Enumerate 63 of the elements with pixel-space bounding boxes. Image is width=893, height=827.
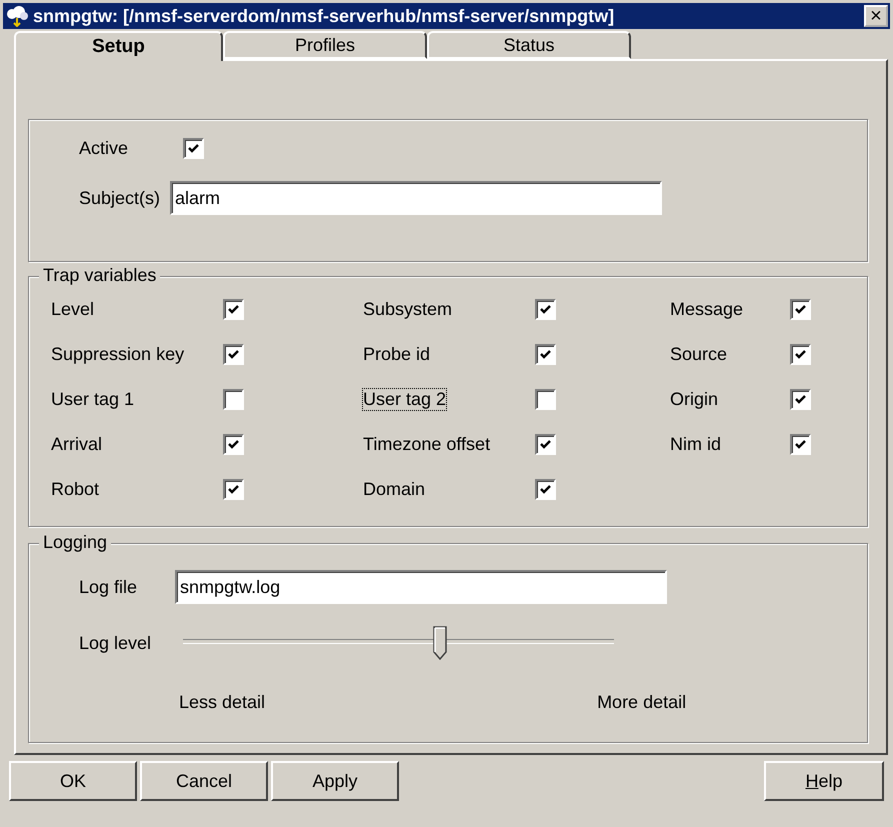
checkbox[interactable] (535, 299, 556, 320)
checkbox[interactable] (790, 389, 811, 410)
window-title: snmpgtw: [/nmsf-serverdom/nmsf-serverhub/nmsf-server/snmpgtw] (33, 6, 616, 26)
check-icon (227, 438, 240, 451)
tab[interactable]: Setup (14, 31, 223, 61)
input-field[interactable]: alarm (170, 181, 662, 215)
checkbox-label: Domain (363, 479, 426, 500)
checkbox[interactable] (223, 344, 244, 365)
checkbox[interactable] (535, 479, 556, 500)
dialog-button[interactable]: Cancel (140, 761, 268, 801)
check-icon (539, 348, 552, 361)
field-label: Log level (79, 632, 152, 654)
checkbox[interactable] (535, 389, 556, 410)
check-icon (794, 348, 807, 361)
dialog-button[interactable]: Apply (271, 761, 399, 801)
checkbox-label: Nim id (670, 434, 722, 455)
checkbox-label: Robot (51, 479, 100, 500)
check-icon (539, 483, 552, 496)
check-icon (187, 142, 200, 155)
check-icon (539, 303, 552, 316)
checkbox[interactable] (223, 389, 244, 410)
checkbox-label: Level (51, 299, 94, 320)
checkbox[interactable] (223, 434, 244, 455)
checkbox-label: Timezone offset (363, 434, 490, 455)
checkbox[interactable] (790, 434, 811, 455)
tab[interactable]: Status (427, 31, 631, 59)
checkbox-label: Arrival (51, 434, 102, 455)
checkbox-label: Origin (670, 389, 718, 410)
tab[interactable]: Profiles (223, 31, 427, 59)
checkbox-label: User tag 1 (51, 389, 134, 410)
field-label: Active (79, 138, 128, 159)
checkbox[interactable] (223, 299, 244, 320)
checkbox-label: User tag 2 (363, 389, 446, 410)
close-button[interactable]: × (864, 5, 888, 27)
checkbox[interactable] (790, 344, 811, 365)
checkbox[interactable] (790, 299, 811, 320)
check-icon (227, 303, 240, 316)
dialog-button[interactable]: OK (9, 761, 137, 801)
checkbox[interactable] (535, 344, 556, 365)
check-icon (794, 393, 807, 406)
checkbox[interactable] (183, 138, 204, 159)
checkbox[interactable] (535, 434, 556, 455)
check-icon (794, 303, 807, 316)
cloud-icon (5, 5, 29, 27)
group-title: Trap variables (39, 265, 160, 286)
field-label: Log file (79, 576, 138, 598)
checkbox-label: Source (670, 344, 728, 365)
slider-min-label: Less detail (179, 692, 266, 713)
checkbox-label: Message (670, 299, 744, 320)
checkbox-label: Suppression key (51, 344, 184, 365)
dialog-button[interactable]: Help (764, 761, 884, 801)
input-field[interactable]: snmpgtw.log (175, 570, 668, 604)
checkbox[interactable] (223, 479, 244, 500)
slider-thumb[interactable] (433, 626, 448, 660)
check-icon (227, 483, 240, 496)
checkbox-label: Probe id (363, 344, 430, 365)
group-title: Logging (39, 532, 112, 553)
checkbox-label: Subsystem (363, 299, 452, 320)
field-label: Subject(s) (79, 188, 160, 208)
check-icon (539, 438, 552, 451)
slider-max-label: More detail (597, 692, 686, 713)
check-icon (794, 438, 807, 451)
check-icon (227, 348, 240, 361)
